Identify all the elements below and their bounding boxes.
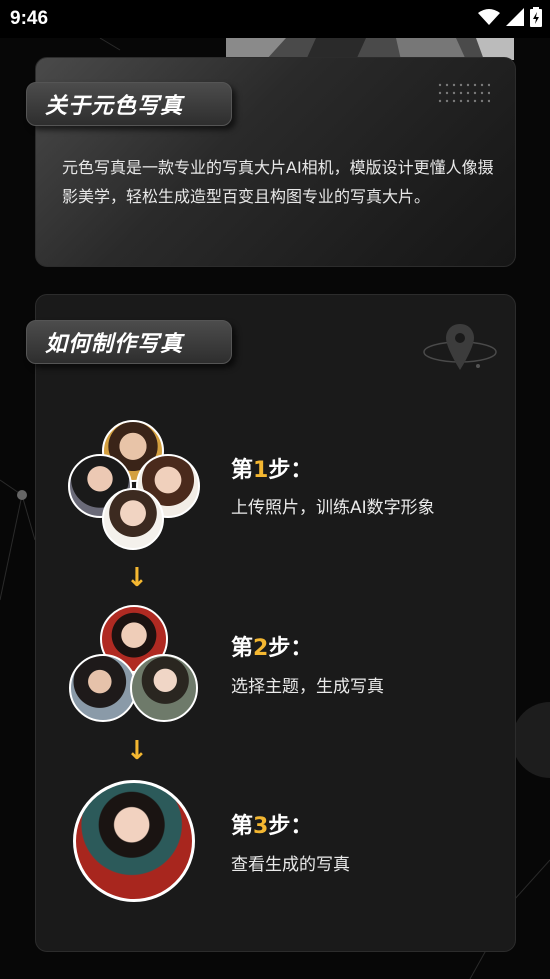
about-title: 关于元色写真 [26,82,232,126]
status-time: 9:46 [10,8,49,29]
portrait-photo [69,654,137,722]
arrow-down-icon: ↓ [126,563,148,593]
step-2-title: 第2步： [231,636,313,661]
how-to-title: 如何制作写真 [26,320,232,364]
portrait-photo [102,488,164,550]
status-icons [478,7,542,27]
step-2-description: 选择主题，生成写真 [231,677,384,697]
portrait-photo [73,780,195,902]
step-3-title: 第3步： [231,814,313,839]
portrait-photo [130,654,198,722]
arrow-down-icon: ↓ [126,736,148,766]
step-1-description: 上传照片，训练AI数字形象 [231,498,435,518]
about-description: 元色写真是一款专业的写真大片AI相机，模版设计更懂人像摄影美学，轻松生成造型百变… [62,158,494,206]
dot-grid-icon [438,83,490,103]
location-pin-icon [423,324,497,370]
signal-icon [506,8,524,26]
wifi-icon [478,9,500,25]
step-1-title: 第1步： [231,458,313,483]
status-bar: 9:46 [0,0,550,38]
battery-icon [530,7,542,27]
step-3-description: 查看生成的写真 [231,855,350,875]
